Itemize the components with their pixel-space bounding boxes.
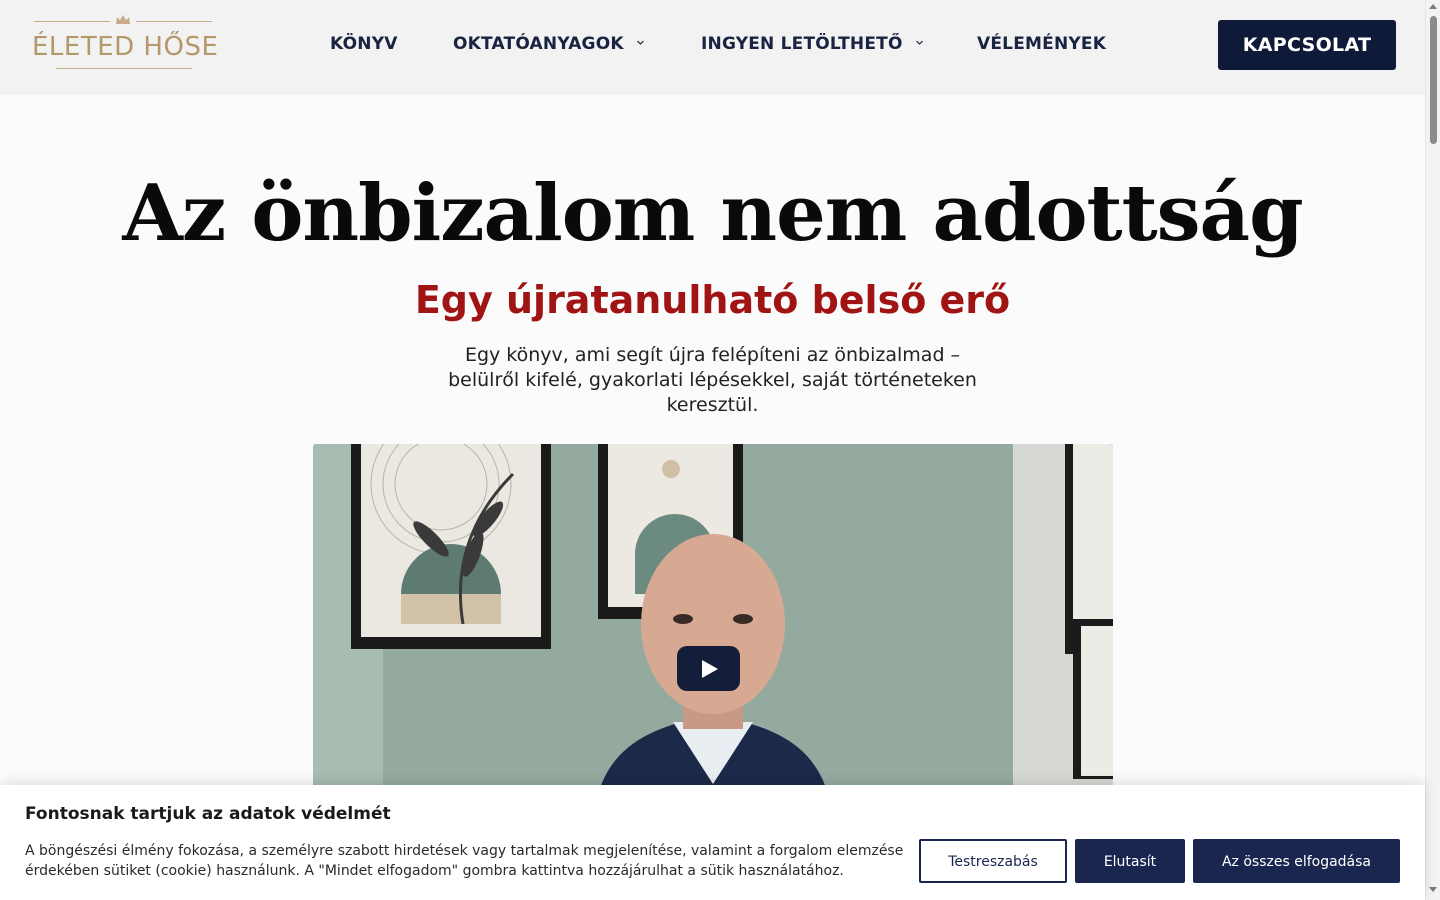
- page-scrollbar[interactable]: [1425, 0, 1440, 900]
- logo-divider: [34, 21, 110, 22]
- logo-underline: [56, 68, 192, 69]
- logo-text: ÉLETED HŐSE: [32, 32, 219, 62]
- scrollbar-thumb[interactable]: [1430, 16, 1437, 144]
- scroll-up-icon[interactable]: [1429, 4, 1437, 9]
- chevron-down-icon: [636, 40, 644, 45]
- customize-button[interactable]: Testreszabás: [919, 839, 1067, 883]
- cookie-text: A böngészési élmény fokozása, a személyr…: [25, 843, 904, 879]
- page-subtitle: Egy újratanulható belső erő: [414, 278, 1011, 322]
- nav-label: VÉLEMÉNYEK: [977, 34, 1107, 54]
- nav-item-ingyen-letoltheto[interactable]: INGYEN LETÖLTHETŐ: [701, 34, 924, 56]
- nav-label: OKTATÓANYAGOK: [453, 34, 624, 54]
- cookie-banner: Fontosnak tartjuk az adatok védelmét A b…: [0, 785, 1425, 900]
- accept-all-button[interactable]: Az összes elfogadása: [1193, 839, 1400, 883]
- play-icon: [702, 660, 718, 678]
- site-logo[interactable]: ÉLETED HŐSE: [32, 14, 219, 74]
- page-title: Az önbizalom nem adottság: [122, 168, 1303, 259]
- video-thumbnail: [313, 444, 1113, 794]
- video-player[interactable]: [313, 444, 1113, 794]
- hero-description: Egy könyv, ami segít újra felépíteni az …: [448, 344, 977, 416]
- site-header: ÉLETED HŐSE KÖNYV OKTATÓANYAGOK INGYEN L…: [0, 0, 1425, 95]
- reject-button[interactable]: Elutasít: [1075, 839, 1185, 883]
- nav-label: INGYEN LETÖLTHETŐ: [701, 34, 903, 54]
- nav-item-velemenyek[interactable]: VÉLEMÉNYEK: [977, 34, 1106, 56]
- crown-icon: [116, 15, 130, 24]
- play-button[interactable]: [677, 646, 740, 691]
- scroll-down-icon[interactable]: [1429, 887, 1437, 892]
- chevron-down-icon: [915, 40, 923, 45]
- cookie-title: Fontosnak tartjuk az adatok védelmét: [25, 804, 391, 824]
- logo-divider: [136, 21, 212, 22]
- nav-label: KÖNYV: [330, 34, 398, 54]
- nav-item-konyv[interactable]: KÖNYV: [330, 34, 398, 56]
- nav-item-oktatoanyagok[interactable]: OKTATÓANYAGOK: [453, 34, 645, 56]
- contact-button[interactable]: KAPCSOLAT: [1218, 20, 1396, 70]
